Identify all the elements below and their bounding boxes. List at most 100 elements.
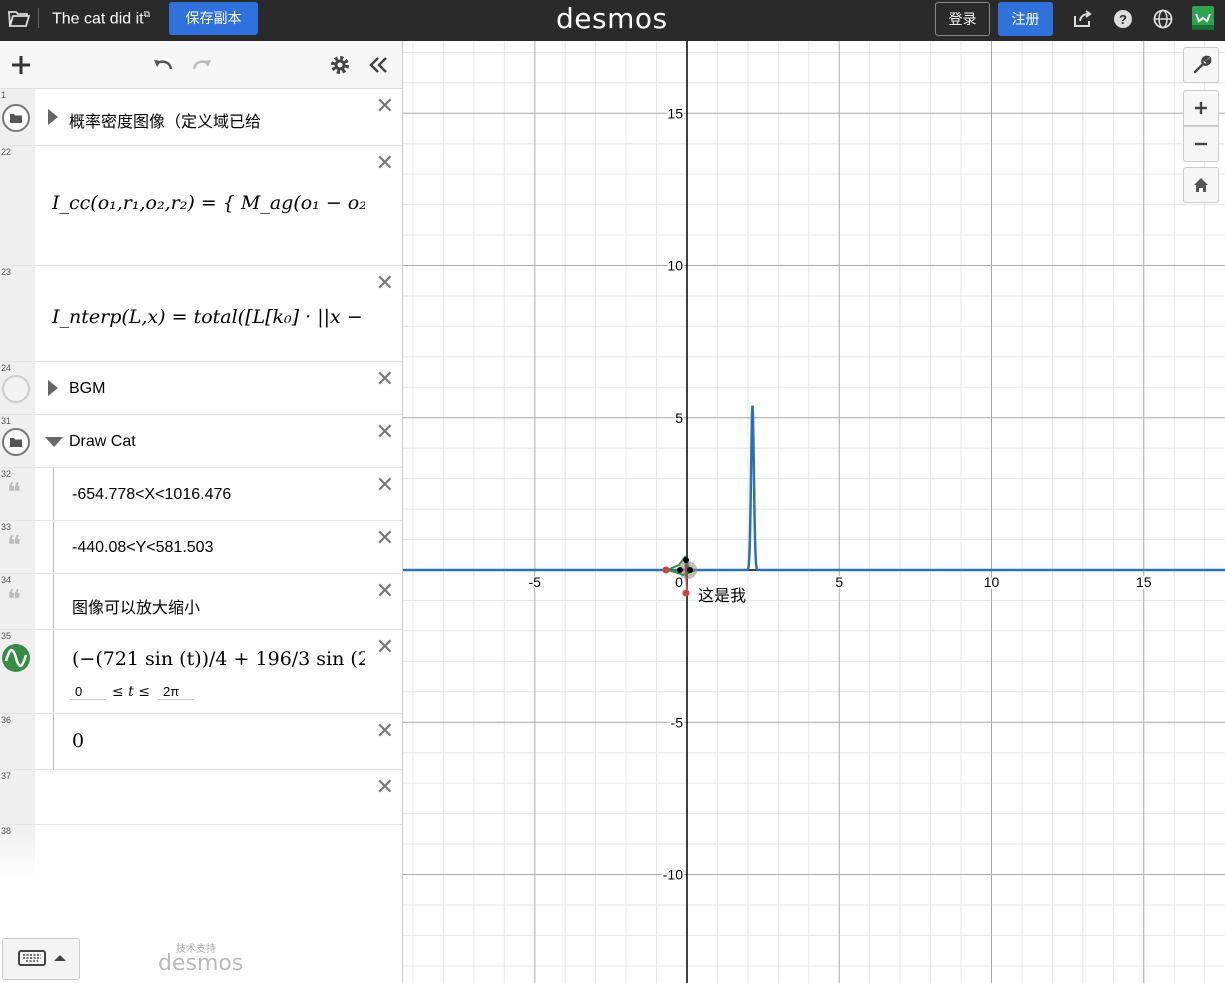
- redo-icon[interactable]: [190, 53, 214, 77]
- expression-index: 34: [1, 575, 12, 585]
- delete-expression-icon[interactable]: ✕: [376, 580, 394, 602]
- expression-index: 31: [1, 416, 12, 426]
- expression-item[interactable]: 35 (−(721 sin (t))/4 + 196/3 sin (2t) − …: [0, 630, 402, 714]
- parametric-curve-icon[interactable]: [1, 643, 31, 673]
- delete-expression-icon[interactable]: ✕: [376, 272, 394, 294]
- folder-title[interactable]: BGM: [69, 380, 105, 398]
- graph-canvas[interactable]: -5 0 5 10 1515105-5-10 这是我: [403, 41, 1225, 983]
- t-max-input[interactable]: 2π: [158, 684, 194, 700]
- expression-item[interactable]: 23 I_nterp(L,x) = total([L[k₀] · ||x − k…: [0, 266, 402, 362]
- black-point[interactable]: [683, 557, 689, 563]
- quote-icon: ❝: [7, 478, 21, 508]
- desmos-logo: desmos: [556, 2, 668, 35]
- share-icon[interactable]: [1072, 8, 1094, 30]
- math-field[interactable]: (−(721 sin (t))/4 + 196/3 sin (2t) −: [72, 648, 365, 670]
- red-point[interactable]: [682, 589, 690, 597]
- note-text[interactable]: -440.08<Y<581.503: [72, 539, 213, 557]
- t-min-input[interactable]: 0: [70, 684, 106, 700]
- graph-settings-button[interactable]: [1183, 47, 1219, 83]
- home-icon: [1194, 178, 1208, 192]
- delete-expression-icon[interactable]: ✕: [376, 636, 394, 658]
- zoom-in-button[interactable]: [1183, 90, 1219, 126]
- folder-indent-line: [53, 468, 54, 520]
- expression-item[interactable]: 22 I_cc(o₁,r₁,o₂,r₂) = { M_ag(o₁ − o₂) >…: [0, 146, 402, 266]
- zoom-out-button[interactable]: [1183, 126, 1219, 162]
- expression-index: 36: [1, 715, 12, 725]
- powered-by-desmos[interactable]: 技术支持 desmos: [158, 940, 243, 976]
- tick-label: 5: [835, 574, 843, 590]
- hidden-folder-icon[interactable]: [2, 375, 30, 403]
- note-text[interactable]: -654.778<X<1016.476: [72, 486, 231, 504]
- note-item[interactable]: 32 ❝ -654.778<X<1016.476 ✕: [0, 468, 402, 521]
- quote-icon: ❝: [7, 585, 21, 615]
- tick-label: 15: [1136, 574, 1152, 590]
- collapse-triangle-icon[interactable]: [45, 437, 63, 447]
- tick-labels: -5 0 5 10 1515105-5-10: [527, 104, 1153, 884]
- math-field[interactable]: 0: [72, 730, 84, 752]
- red-point[interactable]: [662, 566, 670, 574]
- tick-label: 15: [667, 105, 683, 121]
- expression-index: 35: [1, 631, 12, 641]
- black-point[interactable]: [677, 567, 683, 573]
- folder-title[interactable]: 概率密度图像（定义域已给: [69, 108, 261, 132]
- delete-expression-icon[interactable]: ✕: [376, 474, 394, 496]
- undo-icon[interactable]: [151, 53, 175, 77]
- expression-toolbar: [0, 41, 402, 89]
- graph-title[interactable]: The cat did it⧉: [52, 9, 150, 28]
- delete-expression-icon[interactable]: ✕: [376, 776, 394, 798]
- delete-expression-icon[interactable]: ✕: [376, 368, 394, 390]
- expression-folder[interactable]: 31 Draw Cat ✕: [0, 415, 402, 468]
- save-copy-button[interactable]: 保存副本: [169, 2, 258, 35]
- expression-index: 37: [1, 771, 12, 781]
- settings-gear-icon[interactable]: [328, 53, 352, 77]
- note-text[interactable]: 图像可以放大缩小: [72, 594, 200, 618]
- powered-by-brand: desmos: [158, 951, 244, 976]
- default-viewport-button[interactable]: [1183, 167, 1219, 203]
- tick-label: 10: [667, 258, 683, 274]
- delete-expression-icon[interactable]: ✕: [376, 421, 394, 443]
- expression-item[interactable]: 36 0 ✕: [0, 714, 402, 770]
- folder-title[interactable]: Draw Cat: [69, 433, 136, 451]
- folder-icon[interactable]: [2, 104, 30, 132]
- collapse-panel-icon[interactable]: [366, 53, 390, 77]
- cat-avatar-icon: [1192, 13, 1214, 30]
- signup-button[interactable]: 注册: [998, 2, 1053, 36]
- expression-index: 23: [1, 267, 12, 277]
- major-grid: [403, 41, 1225, 983]
- expression-item[interactable]: 38: [0, 825, 402, 880]
- black-point[interactable]: [687, 567, 693, 573]
- probability-density-curve[interactable]: [403, 405, 1225, 572]
- keyboard-icon: [18, 950, 66, 966]
- tick-label: 10: [984, 574, 1000, 590]
- delete-expression-icon[interactable]: ✕: [376, 527, 394, 549]
- open-folder-icon[interactable]: [7, 8, 31, 30]
- delete-expression-icon[interactable]: ✕: [376, 720, 394, 742]
- range-operator: ≤ t ≤: [112, 684, 150, 700]
- folder-icon[interactable]: [2, 428, 30, 456]
- delete-expression-icon[interactable]: ✕: [376, 95, 394, 117]
- expression-item[interactable]: 37 ✕: [0, 770, 402, 825]
- svg-text:?: ?: [1119, 12, 1127, 27]
- note-item[interactable]: 34 ❝ 图像可以放大缩小 ✕: [0, 574, 402, 630]
- login-button[interactable]: 登录: [935, 2, 990, 36]
- wrench-icon: [1193, 55, 1212, 74]
- math-field[interactable]: I_cc(o₁,r₁,o₂,r₂) = { M_ag(o₁ − o₂) > r₁: [52, 192, 365, 214]
- note-item[interactable]: 33 ❝ -440.08<Y<581.503 ✕: [0, 521, 402, 574]
- tick-label: -10: [663, 867, 683, 883]
- expression-folder[interactable]: 24 BGM ✕: [0, 362, 402, 415]
- expression-folder[interactable]: 1 概率密度图像（定义域已给 ✕: [0, 89, 402, 146]
- avatar[interactable]: [1192, 6, 1214, 30]
- add-item-icon[interactable]: [9, 53, 33, 77]
- plus-icon: [1195, 102, 1207, 114]
- keypad-toggle-button[interactable]: [2, 938, 80, 980]
- expression-index: 1: [1, 90, 7, 100]
- language-globe-icon[interactable]: [1152, 8, 1174, 30]
- expand-triangle-icon[interactable]: [48, 380, 58, 396]
- graph-paper[interactable]: -5 0 5 10 15 15 10 5 -5 -10 这是我: [403, 41, 1225, 983]
- help-icon[interactable]: ?: [1112, 8, 1134, 30]
- expression-index: 22: [1, 147, 12, 157]
- expand-triangle-icon[interactable]: [48, 109, 58, 125]
- delete-expression-icon[interactable]: ✕: [376, 152, 394, 174]
- math-field[interactable]: I_nterp(L,x) = total([L[k₀] · ||x − k₀| …: [52, 306, 365, 328]
- tick-label: -5: [671, 714, 684, 730]
